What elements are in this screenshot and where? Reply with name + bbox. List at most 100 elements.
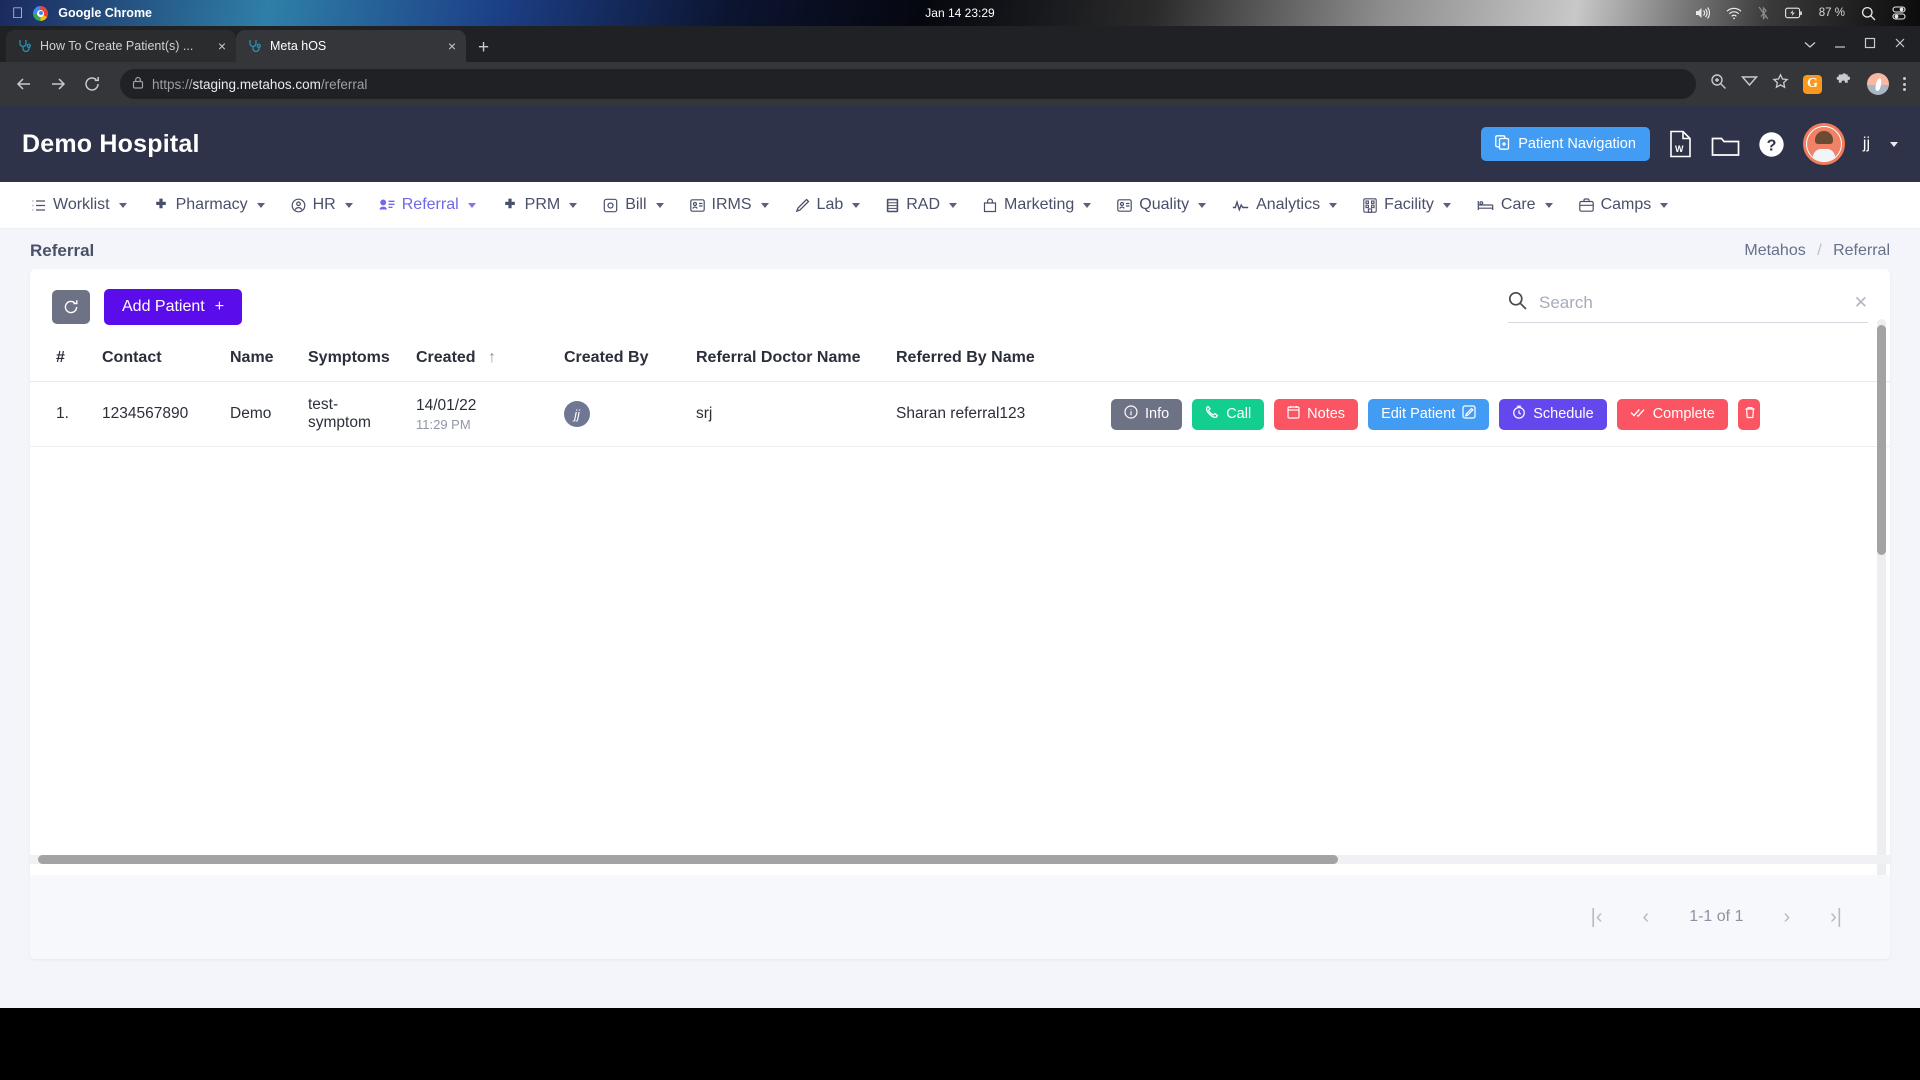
url-scheme: https:// [152,76,193,92]
user-avatar[interactable] [1802,123,1845,165]
help-icon[interactable]: ? [1758,131,1785,158]
search-clear-icon[interactable]: ✕ [1854,293,1868,313]
note-icon [1287,405,1300,423]
user-name-label[interactable]: jj [1863,135,1870,153]
wifi-icon[interactable] [1726,7,1742,20]
pencil-square-icon [1462,405,1476,423]
vertical-scrollbar-thumb[interactable] [1877,325,1886,555]
search-box[interactable]: ✕ [1508,291,1868,323]
browser-tab-2-close-icon[interactable]: × [448,39,456,53]
col-header-contact[interactable]: Contact [92,335,220,382]
edit-patient-button[interactable]: Edit Patient [1368,398,1490,430]
col-header-created-by[interactable]: Created By [554,335,686,382]
forward-button[interactable] [44,70,72,98]
complete-button[interactable]: Complete [1616,398,1728,430]
patient-navigation-icon [1495,134,1510,154]
nav-item-facility[interactable]: Facility [1350,196,1464,214]
info-button[interactable]: Info [1111,398,1183,430]
chevron-down-icon [118,202,127,208]
send-icon[interactable] [1740,73,1759,95]
breadcrumb: Metahos / Referral [1744,242,1890,260]
puzzle-icon[interactable] [1836,73,1853,95]
app-header: Demo Hospital Patient Navigation W ? jj [0,106,1920,182]
apple-logo-icon[interactable]:  [12,6,23,21]
nav-item-bill[interactable]: Bill [590,196,676,214]
last-page-button[interactable]: ›| [1830,906,1842,929]
window-maximize-icon[interactable] [1864,36,1876,54]
nav-item-analytics[interactable]: Analytics [1219,196,1350,214]
cell-created-by: jj [554,381,686,447]
nav-item-irms[interactable]: IRMS [677,196,782,214]
refresh-button[interactable] [52,290,90,324]
list-icon [31,198,46,213]
browser-tab-2[interactable]: Meta hOS × [236,30,466,62]
col-header-referred-by[interactable]: Referred By Name [886,335,1101,382]
prev-page-button[interactable]: ‹ [1643,906,1650,929]
nav-item-marketing[interactable]: Marketing [970,196,1104,214]
volume-icon[interactable] [1694,6,1710,20]
browser-tab-1-close-icon[interactable]: × [218,39,226,53]
col-header-index[interactable]: # [30,335,92,382]
nav-item-referral[interactable]: Referral [366,196,489,214]
col-header-referral-doctor[interactable]: Referral Doctor Name [686,335,886,382]
next-page-button[interactable]: › [1783,906,1790,929]
reload-button[interactable] [78,70,106,98]
spotlight-search-icon[interactable] [1861,6,1876,21]
nav-item-worklist[interactable]: Worklist [18,196,140,214]
chevron-down-icon [344,202,353,208]
breadcrumb-root[interactable]: Metahos [1744,242,1805,259]
horizontal-scrollbar-thumb[interactable] [38,855,1338,864]
sort-ascending-icon[interactable]: ↑ [488,349,496,366]
bluetooth-icon[interactable] [1758,6,1769,21]
nav-item-camps[interactable]: Camps [1566,196,1682,214]
patient-navigation-button[interactable]: Patient Navigation [1481,127,1650,161]
created-by-avatar[interactable]: jj [564,401,590,427]
nav-item-hr[interactable]: HR [278,196,366,214]
user-menu-chevron-down-icon[interactable] [1890,141,1898,147]
chevron-down-icon [949,202,958,208]
folder-icon[interactable] [1711,132,1740,157]
col-header-symptoms[interactable]: Symptoms [298,335,406,382]
nav-item-pharmacy-label: Pharmacy [175,196,248,213]
word-doc-icon[interactable]: W [1668,130,1693,158]
control-center-icon[interactable] [1892,6,1906,20]
nav-item-quality[interactable]: Quality [1104,196,1219,214]
col-header-created[interactable]: Created ↑ [406,335,554,382]
nav-item-bill-label: Bill [625,196,647,213]
chrome-profile-avatar[interactable] [1867,73,1889,95]
nav-item-prm[interactable]: PRM [489,196,591,214]
nav-item-care[interactable]: Care [1464,196,1566,214]
browser-tab-1[interactable]: How To Create Patient(s) ... × [6,30,236,62]
add-patient-button[interactable]: Add Patient + [104,289,243,325]
tab-search-chevron-icon[interactable] [1804,36,1816,54]
delete-button-partial[interactable] [1737,398,1760,430]
module-nav: Worklist Pharmacy HR Referral PRM Bill I… [0,182,1920,229]
chevron-down-icon [1083,202,1092,208]
nav-item-lab[interactable]: Lab [782,196,874,214]
nav-item-rad[interactable]: RAD [873,196,970,214]
url-path: /referral [320,76,368,92]
zoom-icon[interactable] [1710,73,1727,95]
search-icon [1508,291,1527,315]
kebab-menu-icon[interactable] [1903,77,1906,91]
col-header-name[interactable]: Name [220,335,298,382]
schedule-button[interactable]: Schedule [1499,398,1607,430]
star-icon[interactable] [1772,73,1789,95]
window-close-icon[interactable] [1894,36,1906,54]
address-bar[interactable]: https://staging.metahos.com/referral [120,69,1696,99]
table-row[interactable]: 1. 1234567890 Demo test-symptom 14/01/22… [30,381,1890,447]
window-minimize-icon[interactable] [1834,36,1846,54]
call-button[interactable]: Call [1192,398,1265,430]
back-button[interactable] [10,70,38,98]
nav-item-pharmacy[interactable]: Pharmacy [140,196,278,214]
new-tab-button[interactable]: + [478,38,489,57]
nav-item-facility-label: Facility [1384,196,1434,213]
menubar-clock[interactable]: Jan 14 23:29 [925,6,994,20]
first-page-button[interactable]: |‹ [1591,906,1603,929]
table-header-row: # Contact Name Symptoms Created ↑ Create… [30,335,1890,382]
battery-icon[interactable] [1784,7,1803,19]
search-input[interactable] [1539,293,1842,313]
g-extension-icon[interactable]: G [1803,74,1822,94]
lock-icon [132,76,144,92]
notes-button[interactable]: Notes [1274,398,1359,430]
